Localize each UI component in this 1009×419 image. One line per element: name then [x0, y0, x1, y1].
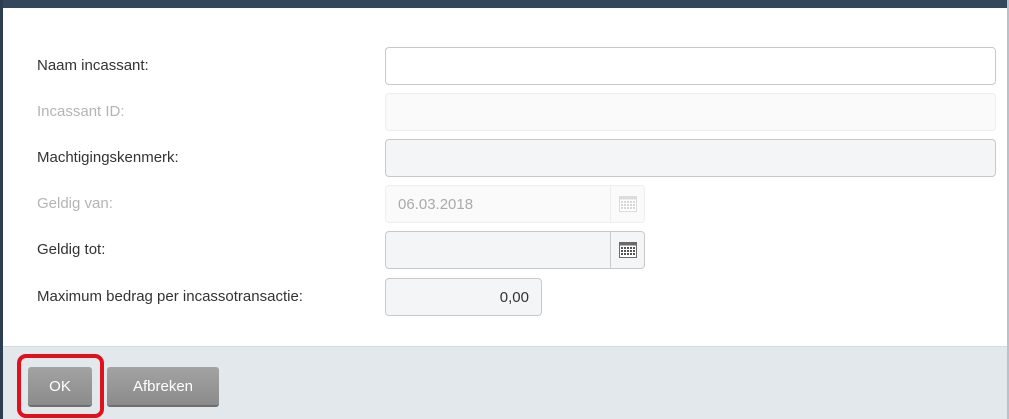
geldig-van-label: Geldig van: — [37, 195, 113, 212]
row-naam-incassant: Naam incassant: — [3, 46, 1007, 86]
geldig-van-calendar-button — [611, 185, 645, 223]
naam-incassant-input[interactable] — [385, 47, 996, 85]
geldig-tot-input[interactable] — [385, 231, 611, 269]
machtigingskenmerk-input[interactable] — [385, 139, 996, 177]
row-machtigingskenmerk: Machtigingskenmerk: — [3, 138, 1007, 178]
mandate-dialog: Naam incassant: Incassant ID: Machtiging… — [0, 0, 1009, 419]
naam-incassant-label: Naam incassant: — [37, 57, 149, 74]
incassant-id-label: Incassant ID: — [37, 103, 125, 120]
calendar-icon — [618, 196, 637, 212]
row-geldig-van: Geldig van: — [3, 184, 1007, 224]
dialog-header-bar — [3, 0, 1007, 8]
dialog-footer: OK Afbreken — [3, 346, 1007, 419]
maximum-bedrag-input[interactable] — [385, 278, 542, 316]
row-geldig-tot: Geldig tot: — [3, 230, 1007, 270]
machtigingskenmerk-label: Machtigingskenmerk: — [37, 149, 179, 166]
ok-button-highlight — [17, 354, 104, 418]
maximum-bedrag-label: Maximum bedrag per incassotransactie: — [37, 288, 303, 305]
row-maximum-bedrag: Maximum bedrag per incassotransactie: — [3, 277, 1007, 317]
cancel-button[interactable]: Afbreken — [107, 367, 219, 405]
geldig-tot-label: Geldig tot: — [37, 241, 106, 258]
geldig-van-input — [385, 185, 611, 223]
incassant-id-input — [385, 93, 996, 131]
calendar-icon — [618, 242, 637, 258]
geldig-tot-calendar-button[interactable] — [611, 231, 645, 269]
row-incassant-id: Incassant ID: — [3, 92, 1007, 132]
